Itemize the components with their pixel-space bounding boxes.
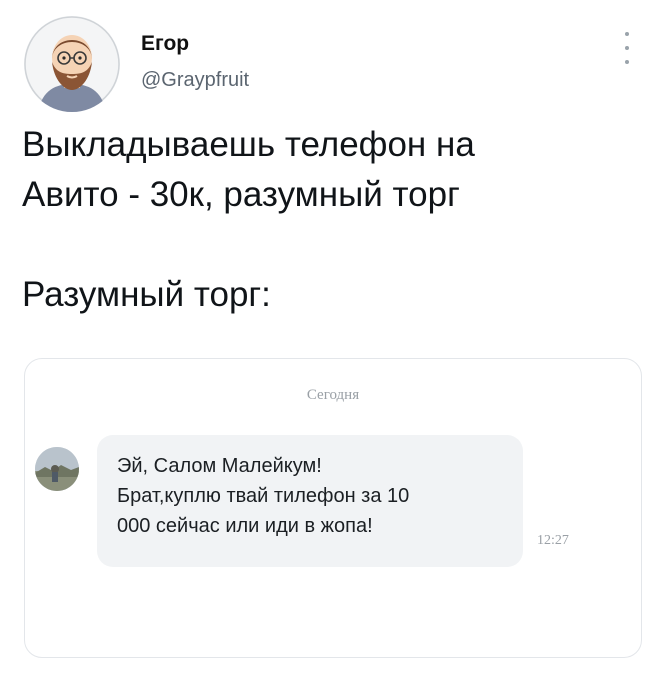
sender-avatar xyxy=(35,447,79,491)
tweet-text: Выкладываешь телефон на Авито - 30к, раз… xyxy=(22,120,642,320)
message-line: 000 сейчас или иди в жопа! xyxy=(117,515,373,537)
avatar-illustration xyxy=(24,16,120,112)
tweet-header: Егор @Graypfruit xyxy=(20,14,640,116)
author-avatar[interactable] xyxy=(24,16,120,112)
message-line: Эй, Салом Малейкум! xyxy=(117,455,322,477)
more-options-icon[interactable] xyxy=(620,28,634,68)
message-bubble[interactable]: Эй, Салом Малейкум! Брат,куплю твай тиле… xyxy=(97,435,523,567)
author-name[interactable]: Егор xyxy=(141,32,189,56)
chat-screenshot: Сегодня Эй, Салом Малейкум! Брат,куплю т… xyxy=(24,358,642,658)
date-divider: Сегодня xyxy=(306,387,360,403)
sender-avatar-image xyxy=(35,447,79,491)
tweet-line: Авито - 30к, разумный торг xyxy=(22,175,460,214)
message-line: Брат,куплю твай тилефон за 10 xyxy=(117,485,410,507)
tweet-line: Выкладываешь телефон на xyxy=(22,125,475,164)
author-handle[interactable]: @Graypfruit xyxy=(141,69,249,92)
tweet-line: Разумный торг: xyxy=(22,275,271,314)
message-time: 12:27 xyxy=(537,533,569,548)
